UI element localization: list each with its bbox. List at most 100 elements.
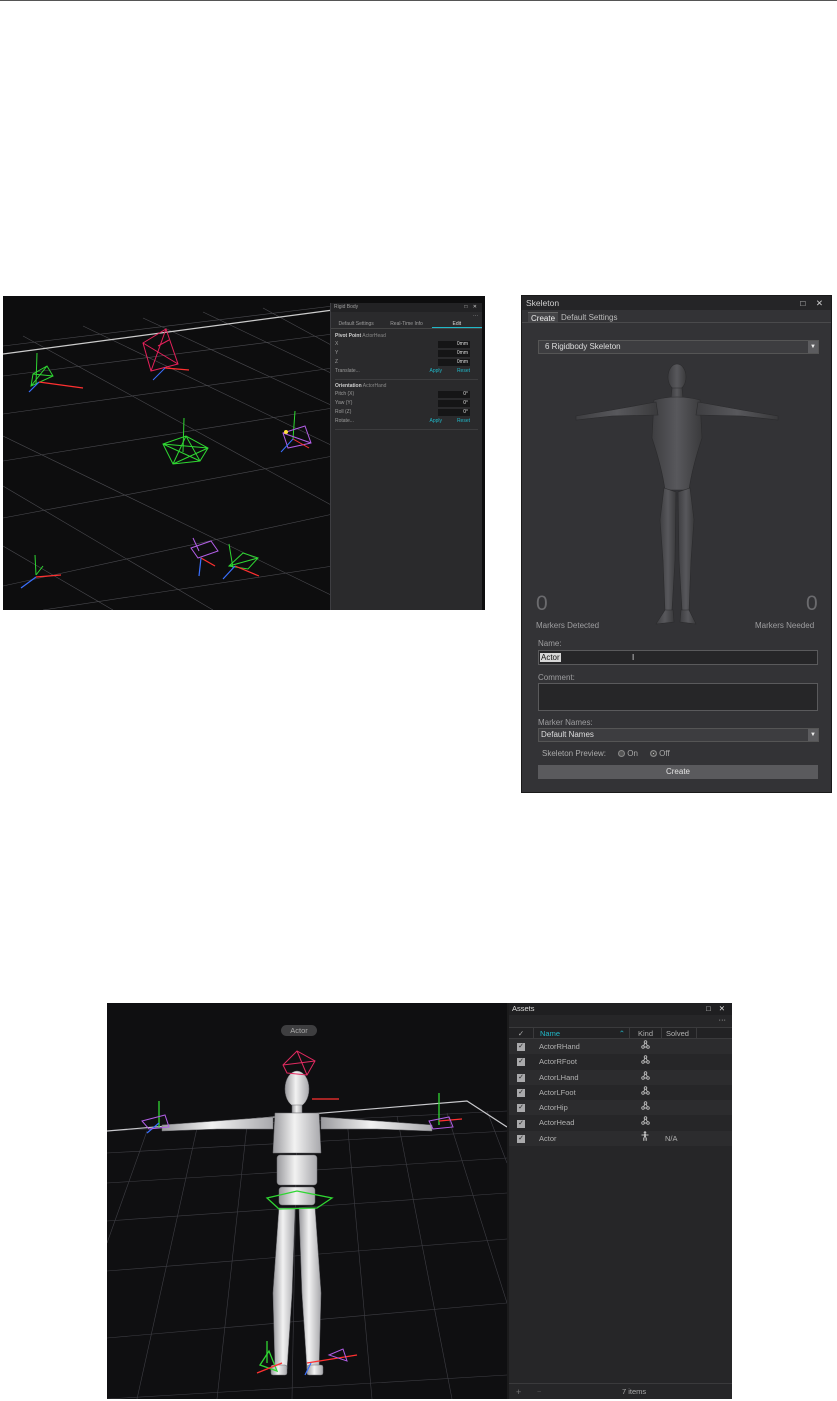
roll-input[interactable]: 0° [438, 409, 470, 416]
skeleton-type-dropdown[interactable]: 6 Rigidbody Skeleton ▼ [538, 340, 819, 354]
marker-names-label: Marker Names: [538, 718, 593, 727]
markers-detected-count: 0 [536, 592, 548, 615]
asset-solved [661, 1070, 697, 1085]
more-options-button[interactable]: ··· [331, 312, 482, 320]
row-checkbox[interactable]: ✓ [517, 1088, 525, 1097]
preview-off-radio[interactable] [650, 750, 658, 758]
asset-name: ActorRHand [539, 1042, 580, 1051]
rotate-apply-button[interactable]: Apply [429, 417, 442, 426]
tab-create[interactable]: Create [528, 312, 559, 323]
skeleton-tabs: Create Default Settings [522, 312, 831, 323]
viewport-3d[interactable]: Actor [107, 1003, 507, 1399]
pivot-point-section: Pivot Point ActorHead X 0mm Y 0mm Z 0mm Tra… [331, 329, 482, 430]
window-buttons[interactable]: □ ✕ [800, 296, 827, 310]
skeleton-icon [629, 1130, 661, 1146]
pitch-input[interactable]: 0° [438, 391, 470, 398]
asset-solved [661, 1085, 697, 1100]
row-checkbox-cell: ✓ [509, 1039, 533, 1054]
row-checkbox[interactable]: ✓ [517, 1104, 525, 1113]
marker-names-dropdown[interactable]: Default Names ▼ [538, 728, 819, 742]
rigid-body-icon [629, 1070, 661, 1085]
tab-default-settings[interactable]: Default Settings [558, 312, 620, 322]
create-button[interactable]: Create [538, 765, 818, 779]
divider [335, 429, 478, 430]
assets-panel: Assets □ ✕ ··· ✓ Name ⌃ Kind Solved ✓ Acto… [507, 1003, 732, 1399]
pivot-point-title: Pivot Point [335, 333, 362, 339]
preview-off-label: Off [659, 749, 670, 758]
sort-asc-icon: ⌃ [618, 1029, 625, 1038]
rotate-reset-button[interactable]: Reset [457, 417, 470, 426]
panel-title: Rigid Body [334, 304, 359, 310]
asset-name: ActorHead [539, 1118, 575, 1128]
tab-real-time-info[interactable]: Real-Time Info [381, 320, 431, 328]
yaw-input[interactable]: 0° [438, 400, 470, 407]
add-asset-button[interactable]: + [516, 1384, 521, 1399]
row-checkbox[interactable]: ✓ [517, 1134, 525, 1143]
asset-name: Actor [539, 1133, 557, 1143]
table-row[interactable]: ✓ Actor N/A [509, 1130, 732, 1147]
kind-column-header[interactable]: Kind [629, 1028, 661, 1038]
rigid-body-icon [629, 1115, 661, 1130]
tab-default-settings[interactable]: Default Settings [331, 320, 381, 328]
asset-solved: N/A [665, 1133, 678, 1143]
asset-solved [661, 1039, 697, 1054]
name-field[interactable]: Actor I [538, 650, 818, 665]
markers-needed-count: 0 [806, 592, 818, 615]
yaw-row: Yaw (Y) 0° [335, 399, 478, 408]
panel-title: Assets [512, 1004, 535, 1013]
pitch-label: Pitch (X) [335, 391, 355, 397]
pivot-point-header: Pivot Point ActorHead [335, 332, 478, 340]
table-row[interactable]: ✓ ActorHead [509, 1115, 732, 1130]
asset-solved [661, 1054, 697, 1069]
table-row[interactable]: ✓ ActorRHand [509, 1039, 732, 1055]
name-value: Actor [540, 653, 561, 662]
asset-name: ActorLHand [539, 1072, 579, 1082]
table-row[interactable]: ✓ ActorRFoot [509, 1054, 732, 1069]
check-column-header[interactable]: ✓ [509, 1028, 533, 1038]
rigid-body-icon [629, 1039, 661, 1054]
actor-scene [107, 1050, 507, 1399]
asset-solved [661, 1115, 697, 1130]
preview-on-label: On [627, 749, 638, 758]
translate-row: Translate... Apply Reset [335, 367, 478, 376]
pivot-x-label: X [335, 341, 339, 347]
name-column-header[interactable]: Name ⌃ [533, 1028, 629, 1038]
asset-solved [661, 1100, 697, 1115]
pivot-point-target: ActorHead [362, 333, 386, 339]
tab-edit[interactable]: Edit [431, 320, 482, 328]
comment-field[interactable] [538, 683, 818, 711]
window-buttons[interactable]: □ ✕ [706, 1003, 728, 1015]
orientation-title: Orientation [335, 383, 362, 389]
roll-label: Roll (Z) [335, 409, 352, 415]
pivot-x-input[interactable]: 0mm [438, 341, 470, 348]
pivot-y-input[interactable]: 0mm [438, 350, 470, 357]
table-row[interactable]: ✓ ActorLHand [509, 1069, 732, 1085]
row-checkbox[interactable]: ✓ [517, 1058, 525, 1067]
row-checkbox-cell: ✓ [509, 1115, 533, 1130]
more-options-button[interactable]: ··· [509, 1015, 732, 1027]
skeleton-preview-label: Skeleton Preview: [542, 749, 607, 758]
translate-reset-button[interactable]: Reset [457, 367, 470, 376]
window-buttons[interactable]: □ ✕ [464, 303, 479, 312]
solved-column-header[interactable]: Solved [661, 1028, 697, 1038]
row-checkbox[interactable]: ✓ [517, 1073, 525, 1082]
page-rule [0, 0, 837, 1]
row-checkbox[interactable]: ✓ [517, 1119, 525, 1128]
table-row[interactable]: ✓ ActorLFoot [509, 1085, 732, 1100]
remove-asset-button[interactable]: − [537, 1384, 541, 1399]
rigid-body-icon [629, 1085, 661, 1100]
translate-apply-button[interactable]: Apply [429, 367, 442, 376]
row-checkbox[interactable]: ✓ [517, 1043, 525, 1052]
pivot-z-input[interactable]: 0mm [438, 359, 470, 366]
yaw-label: Yaw (Y) [335, 400, 353, 406]
assets-table-body: ✓ ActorRHand ✓ ActorRFoot ✓ ActorLHand ✓ ActorL… [509, 1039, 732, 1147]
assets-table-header: ✓ Name ⌃ Kind Solved [509, 1027, 732, 1039]
table-row[interactable]: ✓ ActorHip [509, 1100, 732, 1116]
row-checkbox-cell: ✓ [509, 1100, 533, 1115]
rigid-body-icon [629, 1100, 661, 1115]
chevron-down-icon: ▼ [808, 341, 818, 353]
preview-on-radio[interactable] [618, 750, 626, 758]
asset-name: ActorLFoot [539, 1087, 576, 1097]
pivot-z-label: Z [335, 359, 339, 365]
row-checkbox-cell: ✓ [509, 1131, 533, 1146]
